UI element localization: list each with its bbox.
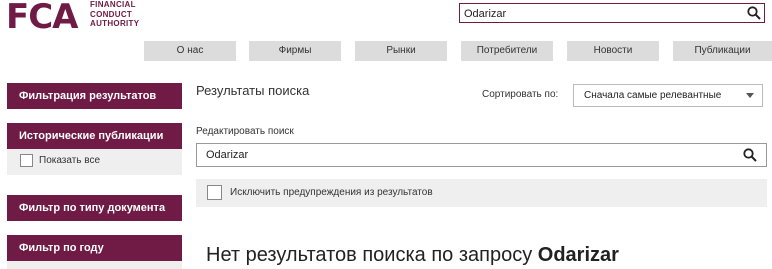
- nav-markets[interactable]: Рынки: [355, 41, 447, 61]
- filter-year-panel: [7, 261, 182, 269]
- search-icon[interactable]: [743, 148, 757, 162]
- show-all-label: Показать все: [39, 155, 101, 166]
- filter-document-type[interactable]: Фильтр по типу документа: [7, 195, 182, 221]
- search-icon[interactable]: [747, 6, 761, 20]
- show-all-option[interactable]: Показать все: [20, 154, 100, 167]
- exclude-warnings-checkbox[interactable]: [207, 185, 222, 200]
- exclude-warnings-label: Исключить предупреждения из результатов: [230, 187, 433, 198]
- logo-mark: FCA: [6, 0, 78, 37]
- sort-select-value: Сначала самые релевантные: [584, 90, 722, 101]
- exclude-warnings-option[interactable]: Исключить предупреждения из результатов: [196, 179, 767, 207]
- historical-panel: Показать все: [7, 149, 182, 175]
- sort-label: Сортировать по:: [482, 89, 559, 100]
- logo-line-2: CONDUCT: [90, 9, 133, 19]
- show-all-checkbox[interactable]: [20, 154, 33, 167]
- filter-results-heading[interactable]: Фильтрация результатов: [7, 83, 182, 109]
- logo-wordmark: FINANCIAL CONDUCT AUTHORITY: [90, 0, 139, 29]
- header-search: [459, 3, 765, 23]
- nav-publications[interactable]: Публикации: [673, 41, 772, 61]
- logo-line-3: AUTHORITY: [90, 19, 140, 28]
- fca-logo[interactable]: FCA FINANCIAL CONDUCT AUTHORITY: [6, 0, 156, 36]
- filter-year[interactable]: Фильтр по году: [7, 235, 182, 261]
- no-results-query: Odarizar: [537, 244, 619, 266]
- header-search-input[interactable]: [460, 5, 730, 23]
- chevron-down-icon: [746, 93, 754, 98]
- nav-about[interactable]: О нас: [144, 41, 236, 61]
- no-results-message: Нет результатов поиска по запросу Odariz…: [206, 244, 619, 267]
- nav-news[interactable]: Новости: [567, 41, 659, 61]
- edit-search-label: Редактировать поиск: [196, 126, 294, 137]
- main-search-input[interactable]: [197, 144, 717, 166]
- no-results-text: Нет результатов поиска по запросу: [206, 244, 533, 266]
- results-title: Результаты поиска: [196, 83, 310, 98]
- page: FCA FINANCIAL CONDUCT AUTHORITY О нас Фи…: [0, 0, 772, 269]
- historical-publications-heading[interactable]: Исторические публикации: [7, 123, 182, 149]
- main-search: [196, 143, 767, 167]
- nav-firms[interactable]: Фирмы: [249, 41, 341, 61]
- main-nav: О нас Фирмы Рынки Потребители Новости Пу…: [144, 41, 772, 61]
- sort-select[interactable]: Сначала самые релевантные: [573, 84, 763, 107]
- logo-line-1: FINANCIAL: [90, 0, 136, 9]
- nav-consumers[interactable]: Потребители: [461, 41, 553, 61]
